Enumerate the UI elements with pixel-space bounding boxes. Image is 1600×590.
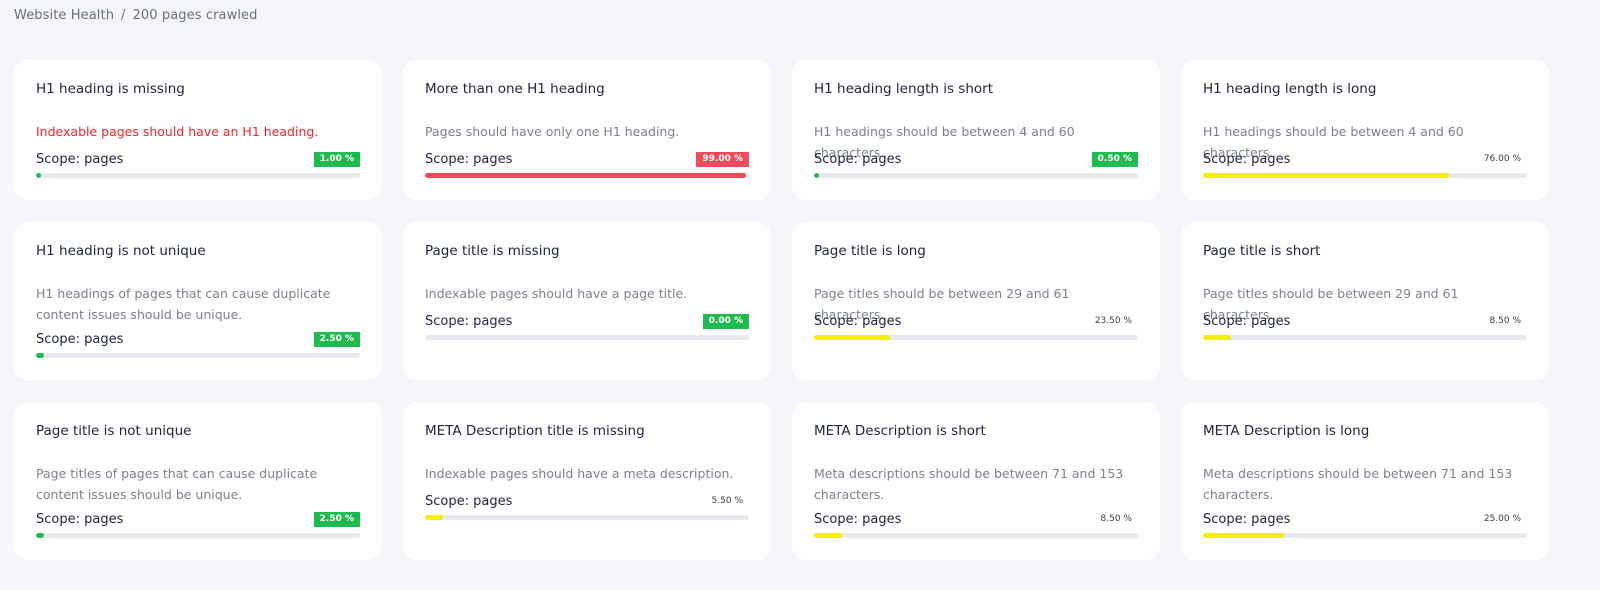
progress-bar bbox=[425, 515, 749, 520]
progress-bar-fill bbox=[36, 173, 41, 178]
card-description: Indexable pages should have an H1 headin… bbox=[36, 124, 319, 139]
percentage-badge: 23.50 % bbox=[1094, 316, 1132, 326]
progress-bar-fill bbox=[814, 335, 891, 340]
issue-card[interactable]: H1 heading is missing Indexable pages sho… bbox=[14, 60, 382, 200]
percentage-badge: 99.00 % bbox=[696, 152, 749, 167]
progress-bar bbox=[814, 335, 1138, 340]
percentage-badge: 2.50 % bbox=[313, 332, 360, 347]
card-description: Indexable pages should have a page title… bbox=[425, 286, 688, 301]
scope-row: Scope: pages 5.50 % bbox=[425, 494, 749, 509]
card-description: Indexable pages should have a meta descr… bbox=[425, 466, 734, 481]
percentage-badge: 25.00 % bbox=[1483, 514, 1521, 524]
progress-bar bbox=[425, 173, 749, 178]
scope-label: Scope: pages bbox=[1203, 314, 1291, 329]
progress-bar-fill bbox=[814, 533, 842, 538]
issue-card[interactable]: H1 heading length is short H1 headings sh… bbox=[792, 60, 1160, 200]
card-title: H1 heading is missing bbox=[36, 81, 185, 97]
scope-label: Scope: pages bbox=[814, 512, 902, 527]
issue-card[interactable]: Page title is missing Indexable pages sho… bbox=[403, 222, 771, 380]
progress-bar bbox=[36, 173, 360, 178]
scope-label: Scope: pages bbox=[36, 512, 124, 527]
percentage-badge: 8.50 % bbox=[1489, 316, 1521, 326]
card-title: META Description title is missing bbox=[425, 423, 645, 439]
progress-bar-fill bbox=[1203, 173, 1450, 178]
issue-card[interactable]: META Description is short Meta descriptio… bbox=[792, 402, 1160, 560]
progress-bar bbox=[36, 533, 360, 538]
progress-bar-fill bbox=[1203, 335, 1231, 340]
scope-label: Scope: pages bbox=[36, 332, 124, 347]
progress-bar-fill bbox=[425, 515, 443, 520]
scope-row: Scope: pages 25.00 % bbox=[1203, 512, 1527, 527]
scope-row: Scope: pages 99.00 % bbox=[425, 152, 749, 167]
card-title: META Description is short bbox=[814, 423, 986, 439]
scope-label: Scope: pages bbox=[1203, 152, 1291, 167]
issue-card[interactable]: Page title is not unique Page titles of p… bbox=[14, 402, 382, 560]
scope-row: Scope: pages 0.00 % bbox=[425, 314, 749, 329]
breadcrumb-separator: / bbox=[121, 8, 126, 23]
percentage-badge: 0.00 % bbox=[702, 314, 749, 329]
card-title: Page title is missing bbox=[425, 243, 560, 259]
breadcrumb-root[interactable]: Website Health bbox=[14, 8, 114, 23]
percentage-badge: 0.50 % bbox=[1091, 152, 1138, 167]
issue-card[interactable]: META Description title is missing Indexab… bbox=[403, 402, 771, 560]
progress-bar bbox=[36, 353, 360, 358]
scope-row: Scope: pages 8.50 % bbox=[814, 512, 1138, 527]
progress-bar bbox=[1203, 533, 1527, 538]
card-description: Pages should have only one H1 heading. bbox=[425, 124, 680, 139]
progress-bar bbox=[1203, 173, 1527, 178]
percentage-badge: 76.00 % bbox=[1483, 154, 1521, 164]
card-title: Page title is long bbox=[814, 243, 926, 259]
progress-bar-fill bbox=[1203, 533, 1284, 538]
card-description: Page titles of pages that can cause dupl… bbox=[36, 466, 318, 502]
card-description: Meta descriptions should be between 71 a… bbox=[814, 466, 1124, 502]
progress-bar-fill bbox=[36, 533, 45, 538]
progress-bar bbox=[814, 173, 1138, 178]
scope-label: Scope: pages bbox=[36, 152, 124, 167]
percentage-badge: 5.50 % bbox=[711, 496, 743, 506]
scope-row: Scope: pages 2.50 % bbox=[36, 332, 360, 347]
scope-label: Scope: pages bbox=[425, 494, 513, 509]
issue-card[interactable]: H1 heading is not unique H1 headings of p… bbox=[14, 222, 382, 380]
breadcrumb-current: 200 pages crawled bbox=[132, 8, 258, 23]
card-title: H1 heading length is long bbox=[1203, 81, 1377, 97]
issue-card[interactable]: More than one H1 heading Pages should hav… bbox=[403, 60, 771, 200]
breadcrumb: Website Health / 200 pages crawled bbox=[14, 8, 258, 23]
issue-card[interactable]: Page title is short Page titles should be… bbox=[1181, 222, 1549, 380]
scope-row: Scope: pages 1.00 % bbox=[36, 152, 360, 167]
card-title: More than one H1 heading bbox=[425, 81, 605, 97]
scope-row: Scope: pages 76.00 % bbox=[1203, 152, 1527, 167]
scope-label: Scope: pages bbox=[1203, 512, 1291, 527]
progress-bar-fill bbox=[425, 173, 746, 178]
progress-bar bbox=[814, 533, 1138, 538]
scope-label: Scope: pages bbox=[425, 152, 513, 167]
card-title: META Description is long bbox=[1203, 423, 1370, 439]
card-description: Meta descriptions should be between 71 a… bbox=[1203, 466, 1513, 502]
scope-label: Scope: pages bbox=[814, 314, 902, 329]
scope-label: Scope: pages bbox=[425, 314, 513, 329]
scope-row: Scope: pages 23.50 % bbox=[814, 314, 1138, 329]
issue-card[interactable]: META Description is long Meta description… bbox=[1181, 402, 1549, 560]
percentage-badge: 1.00 % bbox=[313, 152, 360, 167]
card-title: H1 heading length is short bbox=[814, 81, 993, 97]
scope-row: Scope: pages 8.50 % bbox=[1203, 314, 1527, 329]
issue-card[interactable]: Page title is long Page titles should be … bbox=[792, 222, 1160, 380]
issue-card[interactable]: H1 heading length is long H1 headings sho… bbox=[1181, 60, 1549, 200]
scope-row: Scope: pages 0.50 % bbox=[814, 152, 1138, 167]
card-title: H1 heading is not unique bbox=[36, 243, 206, 259]
card-title: Page title is short bbox=[1203, 243, 1321, 259]
card-description: H1 headings of pages that can cause dupl… bbox=[36, 286, 331, 322]
scope-label: Scope: pages bbox=[814, 152, 902, 167]
percentage-badge: 8.50 % bbox=[1100, 514, 1132, 524]
scope-row: Scope: pages 2.50 % bbox=[36, 512, 360, 527]
percentage-badge: 2.50 % bbox=[313, 512, 360, 527]
progress-bar bbox=[425, 335, 749, 340]
progress-bar bbox=[1203, 335, 1527, 340]
progress-bar-fill bbox=[36, 353, 45, 358]
progress-bar-fill bbox=[814, 173, 819, 178]
card-title: Page title is not unique bbox=[36, 423, 192, 439]
health-check-grid: H1 heading is missing Indexable pages sho… bbox=[14, 60, 1549, 560]
